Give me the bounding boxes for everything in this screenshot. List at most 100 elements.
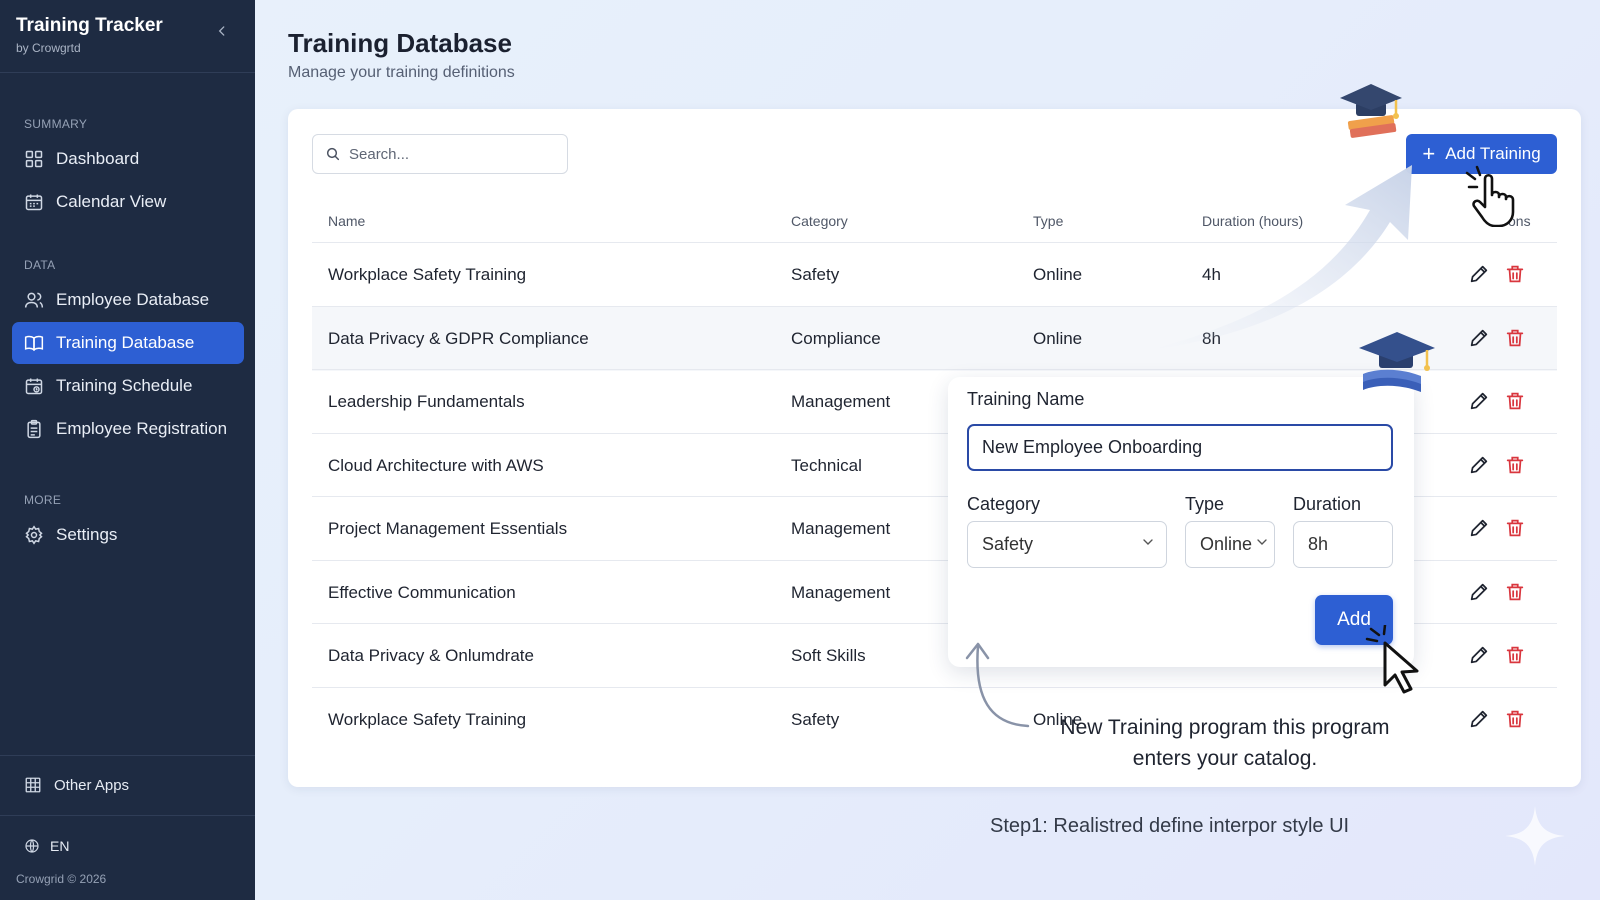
cell-name: Effective Communication [328,582,516,602]
column-header-type[interactable]: Type [1033,213,1063,229]
delete-button[interactable] [1504,390,1526,412]
pencil-icon [1470,456,1488,473]
collapse-sidebar-button[interactable] [212,24,232,44]
sidebar-item-settings[interactable]: Settings [12,514,244,556]
add-training-popup: Training Name Category Safety Type Onlin… [948,377,1414,667]
edit-button[interactable] [1468,517,1490,539]
cell-name: Leadership Fundamentals [328,392,525,411]
column-header-name[interactable]: Name [328,213,365,229]
sidebar-item-label: Employee Registration [56,419,228,438]
gear-icon [25,525,43,545]
edit-button[interactable] [1468,708,1490,730]
pencil-icon [1470,265,1488,283]
chevron-down-icon [1143,539,1153,545]
training-name-input[interactable] [967,424,1393,471]
delete-button[interactable] [1504,327,1526,349]
cell-category: Soft Skills [791,646,866,665]
brand: Training Tracker by Crowgrtd [16,15,163,55]
trash-icon [1506,265,1524,283]
cell-category: Management [791,582,891,602]
calendar-icon [25,194,43,211]
trash-icon [1506,646,1524,664]
pencil-icon [1470,646,1488,664]
delete-button[interactable] [1504,644,1526,666]
cell-type: Online [1033,328,1083,348]
section-label-summary: SUMMARY [24,117,88,131]
pencil-icon [1470,583,1488,600]
cell-name: Workplace Safety Training [328,265,527,284]
page-subtitle: Manage your training definitions [288,64,515,81]
language-selector[interactable]: EN [24,838,69,854]
edit-button[interactable] [1468,644,1490,666]
sidebar-item-employee-database[interactable]: Employee Database [12,279,244,321]
cell-category: Management [791,519,891,538]
trash-icon [1506,329,1524,346]
sidebar-item-dashboard[interactable]: Dashboard [12,138,244,180]
hand-pointer-icon [1465,165,1515,227]
delete-button[interactable] [1504,708,1526,730]
edit-button[interactable] [1468,327,1490,349]
arrow-cursor-icon [1365,625,1419,694]
sidebar-item-calendar-view[interactable]: Calendar View [12,181,244,223]
sidebar: Training Tracker by Crowgrtd SUMMARY Das… [0,0,255,900]
sidebar-divider [0,755,255,756]
duration-input[interactable]: 8h [1293,521,1393,568]
sidebar-item-label: Dashboard [56,149,140,168]
book-icon [24,335,44,352]
sidebar-item-training-database[interactable]: Training Database [12,322,244,364]
category-label: Category [967,494,1041,514]
globe-icon [25,839,39,853]
page-title: Training Database [288,28,512,58]
search-box[interactable] [312,134,568,174]
other-apps-label: Other Apps [54,776,130,794]
pencil-icon [1470,519,1488,537]
edit-button[interactable] [1468,581,1490,603]
cell-category: Technical [791,455,862,475]
category-value: Safety [982,534,1034,554]
cell-name: Project Management Essentials [328,519,568,538]
brand-subtitle: by Crowgrtd [16,41,81,55]
sparkle-icon [1505,806,1565,866]
sidebar-item-training-schedule[interactable]: Training Schedule [12,365,244,407]
other-apps-button[interactable]: Other Apps [24,776,129,794]
edit-button[interactable] [1468,454,1490,476]
trash-icon [1506,392,1524,410]
cell-category: Safety [791,709,840,729]
training-name-label: Training Name [967,389,1085,409]
duration-value: 8h [1308,534,1329,554]
pencil-icon [1470,329,1488,346]
search-input[interactable] [349,145,549,163]
sidebar-divider [0,72,255,73]
calendar-clock-icon [25,378,43,395]
delete-button[interactable] [1504,517,1526,539]
type-label: Type [1185,494,1225,514]
edit-button[interactable] [1468,390,1490,412]
sidebar-divider [0,815,255,816]
dashboard-icon [25,150,43,168]
trash-icon [1506,583,1524,600]
type-select[interactable]: Online [1185,521,1275,568]
cell-category: Compliance [791,328,881,348]
delete-button[interactable] [1504,454,1526,476]
delete-button[interactable] [1504,263,1526,285]
delete-button[interactable] [1504,581,1526,603]
sidebar-item-label: Settings [56,525,118,544]
brand-title: Training Tracker [16,15,163,36]
edit-button[interactable] [1468,263,1490,285]
trash-icon [1506,519,1524,537]
trash-icon [1506,456,1524,473]
sidebar-item-employee-registration[interactable]: Employee Registration [12,408,244,450]
cell-name: Workplace Safety Training [328,709,527,729]
section-label-data: DATA [24,258,56,272]
section-label-more: MORE [24,493,62,507]
column-header-category[interactable]: Category [791,213,848,229]
step-caption: Step1: Realistred define interpor style … [990,815,1350,837]
pencil-icon [1470,710,1488,727]
type-value: Online [1200,534,1253,554]
clipboard-icon [27,419,41,439]
users-icon [24,292,44,308]
category-select[interactable]: Safety [967,521,1167,568]
cell-name: Cloud Architecture with AWS [328,455,544,475]
sidebar-item-label: Employee Database [56,290,210,309]
cell-type: Online [1033,265,1083,284]
